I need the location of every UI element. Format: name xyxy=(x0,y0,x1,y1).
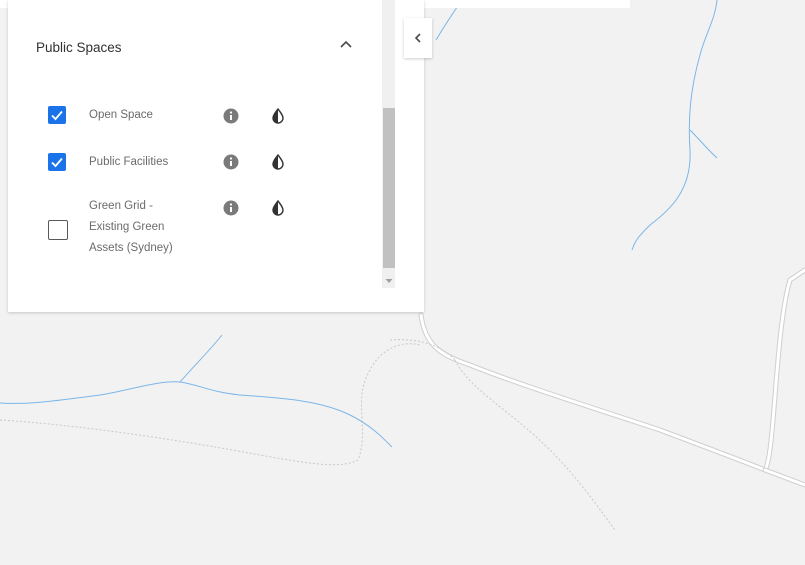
layer-label: Green Grid - Existing Green Assets (Sydn… xyxy=(89,200,173,254)
section-title: Public Spaces xyxy=(36,40,122,55)
layer-label: Open Space xyxy=(89,109,153,121)
layer-row-public-facilities[interactable]: Public Facilities xyxy=(8,152,388,176)
info-icon[interactable] xyxy=(223,154,239,170)
info-icon[interactable] xyxy=(223,108,239,124)
layer-list-panel: Public Spaces Open Space Public Faciliti… xyxy=(8,0,424,312)
layer-row-open-space[interactable]: Open Space xyxy=(8,105,388,129)
chevron-left-icon xyxy=(414,33,421,43)
scroll-down-arrow-icon[interactable] xyxy=(384,272,394,283)
layer-checkbox-open-space[interactable] xyxy=(48,106,66,124)
section-header[interactable]: Public Spaces xyxy=(8,0,424,96)
checkmark-icon xyxy=(51,157,63,168)
opacity-icon[interactable] xyxy=(270,199,286,216)
checkmark-icon xyxy=(51,110,63,121)
info-icon[interactable] xyxy=(223,200,239,216)
opacity-icon[interactable] xyxy=(270,153,286,170)
layer-checkbox-green-grid[interactable] xyxy=(48,220,68,240)
layer-row-green-grid[interactable]: Green Grid - Existing Green Assets (Sydn… xyxy=(8,196,388,266)
collapse-panel-button[interactable] xyxy=(404,18,432,58)
opacity-icon[interactable] xyxy=(270,107,286,124)
scrollbar-thumb[interactable] xyxy=(383,108,395,268)
panel-scrollbar[interactable] xyxy=(382,0,395,288)
layer-label: Public Facilities xyxy=(89,156,169,168)
layer-checkbox-public-facilities[interactable] xyxy=(48,153,66,171)
chevron-up-icon[interactable] xyxy=(337,36,355,54)
